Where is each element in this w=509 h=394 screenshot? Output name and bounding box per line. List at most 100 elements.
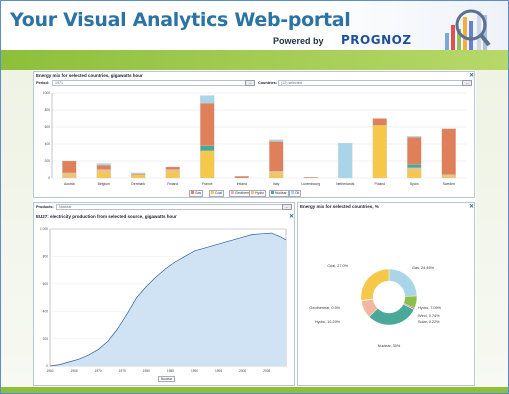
y-tick-label: 400 [45, 142, 51, 146]
bar-oil [407, 136, 422, 138]
bar-coal [96, 172, 111, 179]
bar-hydro [407, 167, 422, 172]
bar-oil [338, 143, 353, 179]
bar-hydro [269, 171, 284, 175]
legend-swatch [271, 191, 274, 194]
legend-swatch [251, 191, 254, 194]
bar-coal [200, 150, 215, 179]
x-tick-label: 1970 [95, 369, 102, 373]
footer-band [1, 387, 508, 393]
nuclear-production-panel: Products: Nuclear ... EU27: electricity … [33, 202, 295, 386]
x-tick-label: 2005 [263, 369, 270, 373]
x-tick-label: 1980 [143, 369, 150, 373]
x-tick-label: Spain [410, 182, 419, 186]
bar-nuclear [200, 145, 215, 151]
right-margin [476, 70, 508, 387]
y-tick-label: 600 [45, 125, 51, 129]
slice-label: Nuclear, 30% [378, 344, 401, 348]
products-select[interactable]: Nuclear [56, 204, 292, 210]
close-icon[interactable]: ✕ [289, 213, 294, 220]
bar-hydro [165, 169, 180, 174]
x-tick-label: Sweden [443, 182, 455, 186]
x-tick-label: 1995 [215, 369, 222, 373]
x-tick-label: 2000 [239, 369, 246, 373]
slice-label: Gas, 24.46% [412, 266, 435, 270]
legend-item-hydro: Hydro [249, 190, 267, 197]
donut-chart: Gas, 24.46% Hydro, 7.09% Wind, 0.74% Solar,… [309, 264, 442, 348]
powered-by-label: Powered by [273, 36, 324, 46]
chart-legend-nuclear: Nuclear [158, 376, 175, 382]
close-icon[interactable]: ✕ [469, 72, 474, 79]
products-dropdown-button[interactable]: ... [282, 204, 292, 210]
legend-item-coal: Coal [209, 190, 224, 197]
bar-gas [303, 177, 318, 179]
x-tick-label: Luxembourg [301, 182, 320, 186]
x-tick-label: Poland [374, 182, 385, 186]
bar-gas [165, 166, 180, 170]
slice-label: Geothermal, 0.3% [309, 306, 340, 310]
legend-swatch [191, 191, 194, 194]
x-tick-label: 1975 [119, 369, 126, 373]
countries-select[interactable]: (12) selected [278, 80, 472, 86]
area-chart: 0 200 400 600 800 1 000 1960 1965 1970 1975 1980 19… [40, 227, 287, 373]
period-dropdown-button[interactable]: ... [245, 80, 255, 86]
close-icon[interactable]: ✕ [469, 203, 474, 210]
legend-label: Gas [195, 191, 202, 195]
y-tick-label: 1 000 [40, 227, 48, 231]
y-tick-label: 600 [43, 282, 49, 286]
bar-coal [131, 174, 146, 179]
legend-label: Hydro [255, 191, 265, 195]
x-tick-label: Austria [64, 182, 75, 186]
bar-gas [407, 137, 422, 165]
bar-gas [441, 128, 456, 175]
bar-oil [269, 139, 284, 142]
bar-hydro [96, 169, 111, 174]
x-tick-label: Italy [273, 182, 280, 186]
x-tick-label: Ireland [237, 182, 247, 186]
y-tick-label: 1000 [43, 91, 50, 95]
x-tick-label: 1965 [71, 369, 78, 373]
y-tick-label: 200 [43, 337, 49, 341]
panel-title: Energy mix for selected countries, % [300, 204, 379, 209]
y-tick-label: 0 [46, 364, 48, 368]
header-banner: Your Visual Analytics Web-portal Powered… [1, 1, 508, 56]
slice-label: Solar, 0.22% [418, 320, 440, 324]
x-tick-label: Denmark [131, 182, 145, 186]
y-tick-label: 400 [43, 309, 49, 313]
page-title: Your Visual Analytics Web-portal [10, 9, 351, 31]
left-margin [1, 70, 33, 387]
bar-oil [200, 95, 215, 104]
legend-swatch [211, 191, 214, 194]
energy-mix-pie-panel: Energy mix for selected countries, % ✕ G… [297, 202, 475, 386]
bar-gas [200, 103, 215, 146]
brand-logo: PROGNOZ [341, 33, 412, 47]
donut-slice [360, 268, 390, 301]
slice-label: Hydro, 7.09% [418, 306, 442, 310]
bar-chart: 0 200 400 600 800 1000 Austria Belgium Denmark Fi… [43, 91, 466, 186]
bar-gas [62, 160, 77, 174]
legend-item-gas: Gas [189, 190, 204, 197]
chart-legend: Gas Coal Geothermal Hydro Nuclear Oil [189, 190, 309, 197]
y-tick-label: 0 [48, 176, 50, 180]
bar-coal [372, 125, 387, 179]
countries-dropdown-button[interactable]: ... [462, 80, 472, 86]
bar-gas [269, 141, 284, 172]
y-tick-label: 800 [43, 255, 49, 259]
period-select[interactable]: 1971 [52, 80, 254, 86]
bar-coal [165, 172, 180, 179]
decorative-bars-icon [445, 9, 491, 51]
x-tick-label: Finland [167, 182, 178, 186]
legend-swatch [291, 191, 294, 194]
bar-coal [407, 171, 422, 179]
bar-gas [372, 118, 387, 126]
legend-item-nuclear: Nuclear [269, 190, 289, 197]
slice-label: Hydro, 10.29% [315, 320, 341, 324]
bar-gas [96, 165, 111, 170]
donut-slice [388, 268, 418, 297]
slice-label: Coal, 27.0% [327, 264, 348, 268]
legend-label: Coal [215, 191, 222, 195]
countries-label: Countries: [258, 81, 277, 85]
bar-nuclear [407, 164, 422, 168]
panel-title: Energy mix for selected countries, gigaw… [36, 73, 143, 78]
y-tick-label: 800 [45, 108, 51, 112]
